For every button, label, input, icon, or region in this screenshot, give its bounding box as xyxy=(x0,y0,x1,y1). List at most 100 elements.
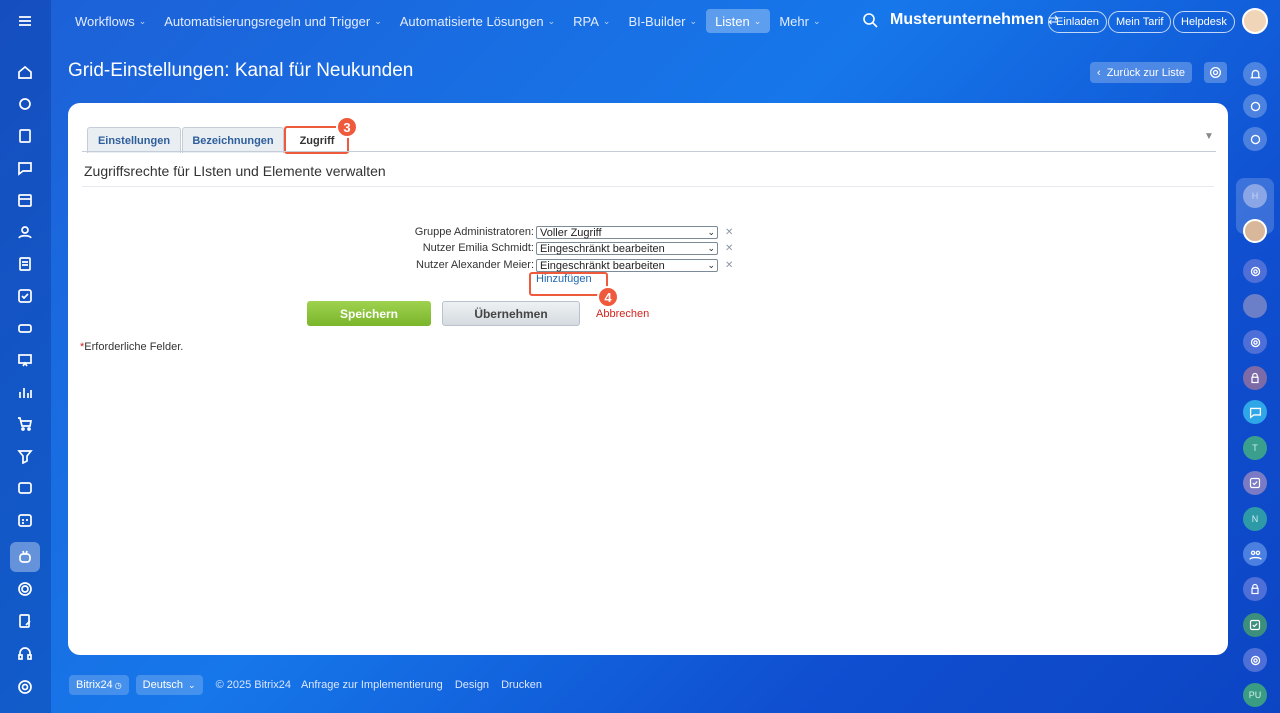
analytics-icon[interactable] xyxy=(13,380,37,404)
contacts-icon[interactable] xyxy=(13,220,37,244)
tab-bezeichnungen[interactable]: Bezeichnungen xyxy=(182,127,284,153)
group-chat-icon[interactable] xyxy=(1243,330,1267,354)
remove-row-icon[interactable]: ✕ xyxy=(725,243,733,254)
nav-label: Workflows xyxy=(75,13,135,29)
messages-icon[interactable] xyxy=(1243,400,1267,424)
chevron-down-icon: ⌄ xyxy=(689,15,698,26)
save-button[interactable]: Speichern xyxy=(307,301,431,326)
bitrix-brand-button[interactable]: Bitrix24 ◷ xyxy=(69,675,129,695)
bot-icon[interactable] xyxy=(13,92,37,116)
nav-rpa[interactable]: RPA ⌄ xyxy=(564,9,619,33)
contact-t-icon[interactable]: T xyxy=(1243,436,1267,460)
required-text: Erforderliche Felder. xyxy=(84,341,184,353)
group-chat-icon[interactable] xyxy=(1243,648,1267,672)
sign-icon[interactable] xyxy=(13,609,37,633)
chevron-down-icon: ⌄ xyxy=(812,15,821,26)
tasks-icon[interactable] xyxy=(13,284,37,308)
chevron-down-icon: ⌄ xyxy=(707,243,715,253)
collapse-arrow-icon[interactable]: ▼ xyxy=(1204,131,1214,142)
target-icon[interactable] xyxy=(13,577,37,601)
nav-label: Automatisierungsregeln und Trigger xyxy=(164,13,371,29)
chevron-down-icon: ⌄ xyxy=(547,15,556,26)
my-plan-button[interactable]: Mein Tarif xyxy=(1108,11,1172,33)
footer-link-implementation[interactable]: Anfrage zur Implementierung xyxy=(301,679,443,691)
remove-row-icon[interactable]: ✕ xyxy=(725,260,733,271)
company-name[interactable]: Musterunternehmen ⇄ xyxy=(890,11,1058,29)
funnel-icon[interactable] xyxy=(13,444,37,468)
search-chat-icon[interactable] xyxy=(1243,127,1267,151)
home-icon[interactable] xyxy=(13,60,37,84)
nav-automation-rules[interactable]: Automatisierungsregeln und Trigger ⌄ xyxy=(155,9,391,33)
team-icon[interactable] xyxy=(1243,542,1267,566)
task-icon[interactable] xyxy=(1243,471,1267,495)
clock-icon: ◷ xyxy=(114,680,122,690)
calendar-icon[interactable] xyxy=(13,188,37,212)
footer-link-design[interactable]: Design xyxy=(455,679,489,691)
cancel-link[interactable]: Abbrechen xyxy=(596,308,649,320)
brand-label: Bitrix24 xyxy=(76,679,113,691)
automation-robot-icon[interactable] xyxy=(13,545,37,569)
headset-icon[interactable] xyxy=(13,641,37,665)
language-select[interactable]: Deutsch ⌄ xyxy=(135,675,203,695)
tabs-divider xyxy=(82,151,1216,152)
contact-h-icon[interactable]: H xyxy=(1243,184,1267,208)
nav-label: Listen xyxy=(715,13,750,29)
copilot-icon[interactable] xyxy=(1243,94,1267,118)
id-card-icon[interactable] xyxy=(13,476,37,500)
footer-link-print[interactable]: Drucken xyxy=(501,679,542,691)
footer: Bitrix24 ◷ Deutsch ⌄ © 2025 Bitrix24 Anfra… xyxy=(69,675,542,695)
chat-icon[interactable] xyxy=(13,156,37,180)
back-to-list-button[interactable]: ‹ Zurück zur Liste xyxy=(1090,62,1192,83)
page-settings-button[interactable] xyxy=(1204,62,1227,83)
user-avatar[interactable] xyxy=(1242,8,1268,34)
search-icon[interactable] xyxy=(862,12,880,30)
contact-pu-icon[interactable]: PU xyxy=(1243,683,1267,707)
shop-cart-icon[interactable] xyxy=(13,412,37,436)
apply-button[interactable]: Übernehmen xyxy=(442,301,580,326)
settings-icon[interactable] xyxy=(13,675,37,699)
inbox-icon[interactable] xyxy=(13,316,37,340)
group-chat-icon[interactable] xyxy=(1243,259,1267,283)
helpdesk-button[interactable]: Helpdesk xyxy=(1173,11,1235,33)
notifications-icon[interactable] xyxy=(1243,62,1267,86)
chevron-down-icon: ⌄ xyxy=(602,15,611,26)
schedule-icon[interactable] xyxy=(13,508,37,532)
lock-icon[interactable] xyxy=(1243,366,1267,390)
contact-avatar-icon[interactable] xyxy=(1243,219,1267,243)
access-select-admins[interactable]: Voller Zugriff ⌄ xyxy=(536,226,718,239)
add-link-highlight-frame xyxy=(529,272,608,296)
select-value: Eingeschränkt bearbeiten xyxy=(540,242,665,255)
language-label: Deutsch xyxy=(142,679,184,691)
top-navigation: Workflows ⌄ Automatisierungsregeln und Tr… xyxy=(66,9,829,33)
gear-icon xyxy=(1209,66,1222,79)
chevron-down-icon: ⌄ xyxy=(707,227,715,237)
nav-listen[interactable]: Listen ⌄ xyxy=(706,9,771,33)
chevron-down-icon: ⌄ xyxy=(188,679,196,690)
step-badge-4: 4 xyxy=(597,286,619,308)
lock-icon[interactable] xyxy=(1243,577,1267,601)
document-icon[interactable] xyxy=(13,124,37,148)
section-title: Zugriffsrechte für LIsten und Elemente v… xyxy=(84,163,386,179)
nav-automated-solutions[interactable]: Automatisierte Lösungen ⌄ xyxy=(391,9,564,33)
chevron-left-icon: ‹ xyxy=(1097,66,1101,79)
back-label: Zurück zur Liste xyxy=(1106,66,1185,79)
remove-row-icon[interactable]: ✕ xyxy=(725,227,733,238)
access-select-emilia[interactable]: Eingeschränkt bearbeiten ⌄ xyxy=(536,242,718,255)
nav-bi-builder[interactable]: BI-Builder ⌄ xyxy=(619,9,706,33)
files-icon[interactable] xyxy=(13,252,37,276)
nav-more[interactable]: Mehr ⌄ xyxy=(770,9,829,33)
invite-button[interactable]: Einladen xyxy=(1048,11,1107,33)
nav-workflows[interactable]: Workflows ⌄ xyxy=(66,9,155,33)
contact-avatar-icon[interactable] xyxy=(1243,294,1267,318)
tab-einstellungen[interactable]: Einstellungen xyxy=(87,127,181,153)
task-icon[interactable] xyxy=(1243,613,1267,637)
contact-n-icon[interactable]: N xyxy=(1243,507,1267,531)
section-divider xyxy=(82,186,1214,187)
company-name-label: Musterunternehmen xyxy=(890,11,1044,28)
nav-label: Automatisierte Lösungen xyxy=(399,13,544,29)
menu-icon[interactable] xyxy=(13,9,37,33)
access-row-label: Nutzer Alexander Meier: xyxy=(416,259,534,271)
access-select-alexander[interactable]: Eingeschränkt bearbeiten ⌄ xyxy=(536,259,718,272)
presentation-icon[interactable] xyxy=(13,348,37,372)
left-sidebar xyxy=(0,0,51,713)
